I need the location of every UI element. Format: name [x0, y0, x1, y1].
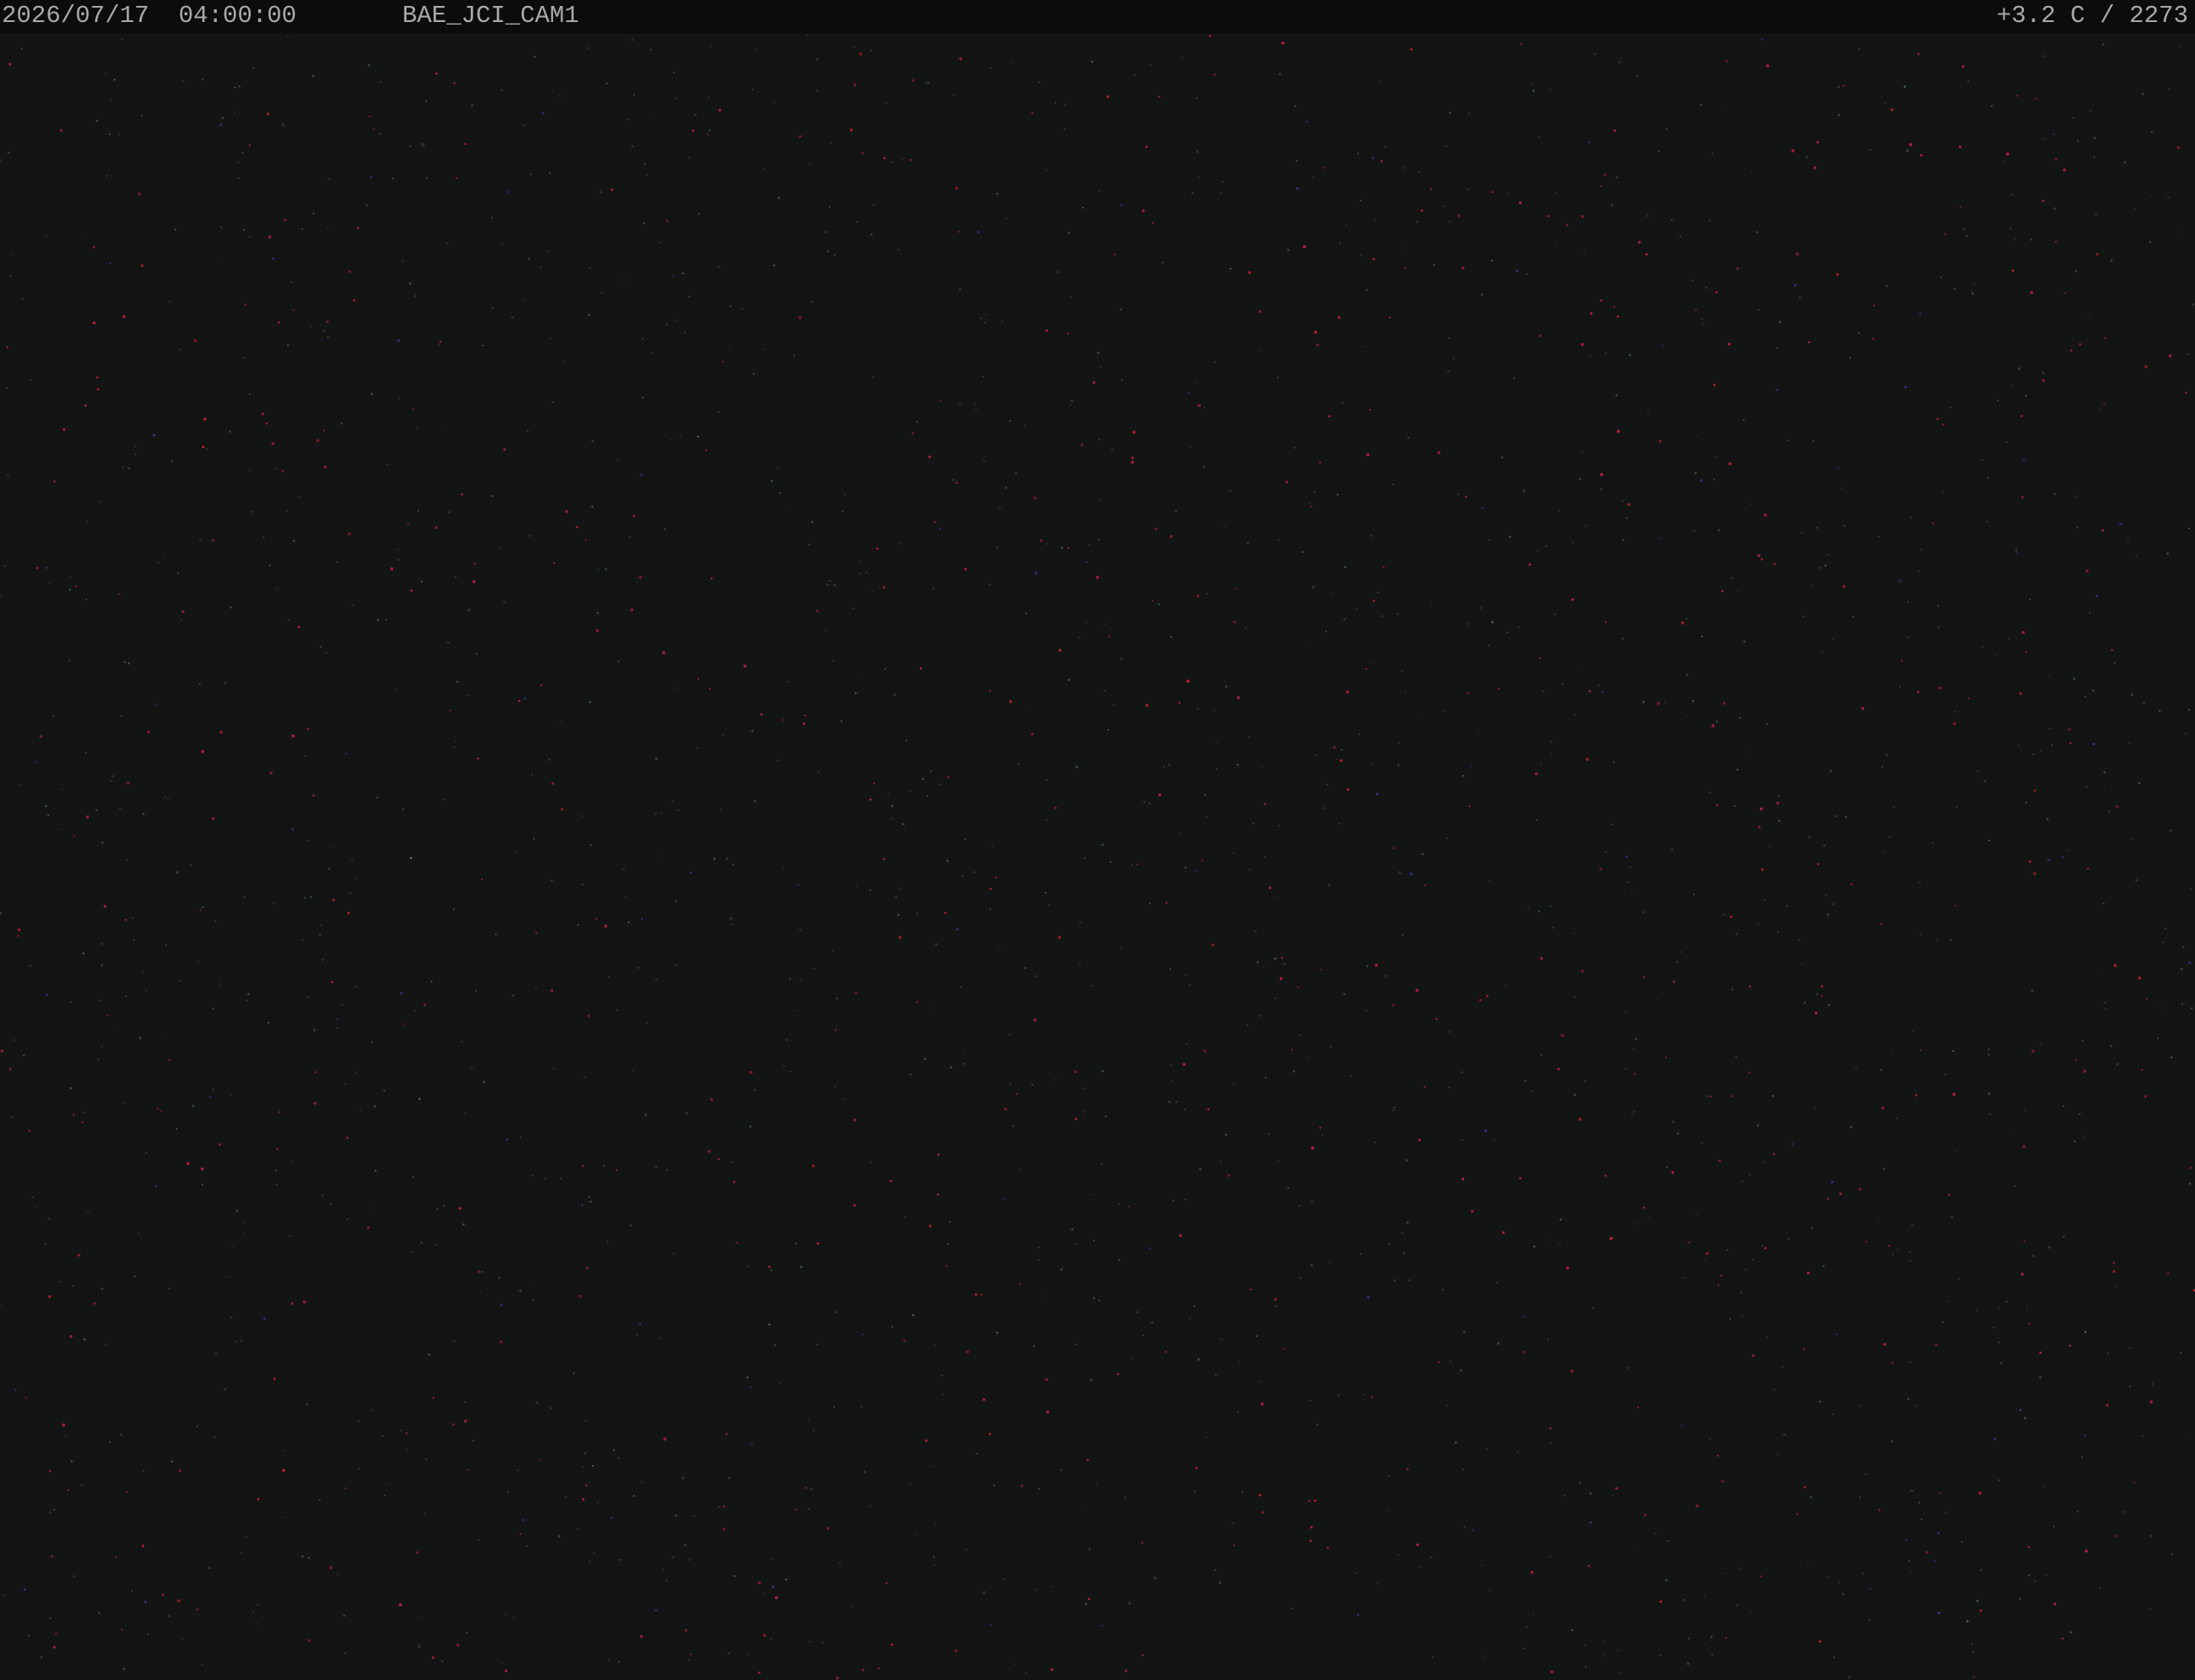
temperature-readout: +3.2 C / 2273 — [1996, 2, 2188, 30]
sensor-noise-layer — [0, 33, 2195, 1680]
camera-frame: 2026/07/17 04:00:00 BAE_JCI_CAM1 +3.2 C … — [0, 0, 2195, 1680]
osd-header-bar — [0, 0, 2195, 34]
camera-name-label: BAE_JCI_CAM1 — [402, 2, 579, 30]
timestamp-label: 2026/07/17 04:00:00 — [2, 2, 297, 30]
